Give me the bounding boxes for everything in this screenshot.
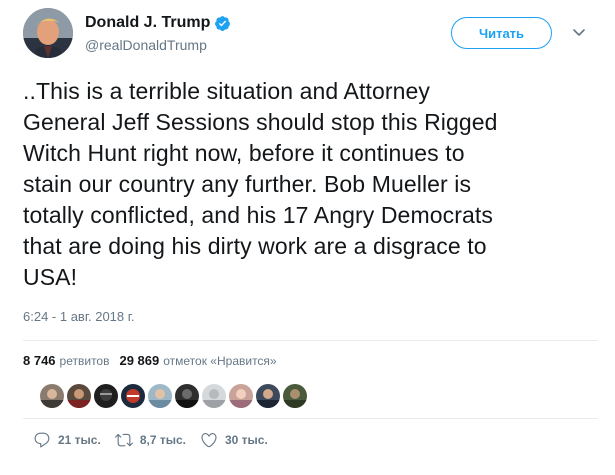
retweet-button[interactable]: 8,7 тыс.: [114, 431, 186, 449]
liker-avatar[interactable]: [121, 384, 145, 408]
retweets-count: 8 746: [23, 353, 56, 368]
divider: [23, 418, 598, 419]
heart-icon: [201, 433, 217, 448]
liker-avatar[interactable]: [175, 384, 199, 408]
verified-badge-icon: [214, 15, 231, 32]
avatar[interactable]: [23, 8, 73, 58]
liker-avatar[interactable]: [229, 384, 253, 408]
reply-icon: [34, 432, 50, 448]
like-button[interactable]: 30 тыс.: [200, 431, 268, 449]
likes-count: 29 869: [119, 353, 160, 368]
follow-button[interactable]: Читать: [451, 17, 552, 49]
retweets-stat[interactable]: 8 746 ретвитов: [23, 353, 109, 368]
likes-label: отметок «Нравится»: [163, 354, 277, 368]
chevron-down-icon[interactable]: [571, 24, 587, 40]
like-count: 30 тыс.: [224, 433, 268, 447]
tweet-text-line: USA!: [23, 264, 78, 290]
tweet-text-line: stain our country any further. Bob Muell…: [23, 171, 472, 197]
retweet-count: 8,7 тыс.: [139, 433, 186, 447]
tweet-text-line: ..This is a terrible situation and Attor…: [23, 78, 431, 104]
liker-avatar[interactable]: [148, 384, 172, 408]
reply-button[interactable]: 21 тыс.: [33, 431, 101, 449]
tweet-text-line: Witch Hunt right now, before it continue…: [23, 140, 465, 166]
profile-photo-icon: [23, 8, 73, 58]
liker-avatar[interactable]: [94, 384, 118, 408]
tweet-text-line: that are doing his dirty work are a disg…: [23, 233, 487, 259]
liker-avatar[interactable]: [202, 384, 226, 408]
reply-count: 21 тыс.: [58, 433, 101, 447]
tweet-header: Donald J. Trump @realDonaldTrump Читать: [23, 8, 598, 60]
liker-avatar[interactable]: [67, 384, 91, 408]
tweet-text-line: General Jeff Sessions should stop this R…: [23, 109, 498, 135]
likes-stat[interactable]: 29 869 отметок «Нравится»: [119, 353, 276, 368]
likers-avatars: [40, 384, 310, 408]
tweet-text: ..This is a terrible situation and Attor…: [23, 76, 603, 293]
user-name-block: Donald J. Trump @realDonaldTrump: [85, 12, 231, 53]
tweet-timestamp[interactable]: 6:24 - 1 авг. 2018 г.: [23, 309, 135, 324]
retweets-label: ретвитов: [59, 354, 110, 368]
user-handle[interactable]: @realDonaldTrump: [85, 37, 231, 53]
display-name[interactable]: Donald J. Trump: [85, 14, 210, 32]
liker-avatar[interactable]: [283, 384, 307, 408]
liker-avatar[interactable]: [40, 384, 64, 408]
tweet-text-line: totally conflicted, and his 17 Angry Dem…: [23, 202, 493, 228]
liker-avatar[interactable]: [256, 384, 280, 408]
tweet-actions: 21 тыс. 8,7 тыс. 30 тыс.: [33, 431, 282, 449]
tweet-stats: 8 746 ретвитов 29 869 отметок «Нравится»: [23, 353, 287, 368]
retweet-icon: [114, 433, 133, 447]
divider: [23, 340, 598, 341]
